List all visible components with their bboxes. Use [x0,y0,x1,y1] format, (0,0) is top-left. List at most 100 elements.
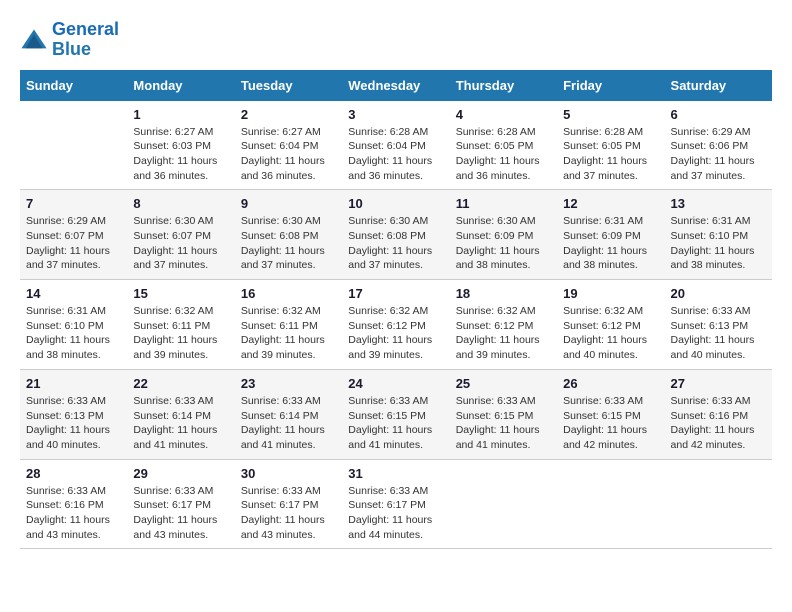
cell-info: Sunrise: 6:30 AM Sunset: 6:09 PM Dayligh… [456,214,551,273]
calendar-cell: 27 Sunrise: 6:33 AM Sunset: 6:16 PM Dayli… [665,369,772,459]
cell-info: Sunrise: 6:33 AM Sunset: 6:17 PM Dayligh… [241,484,336,543]
day-number: 5 [563,107,658,122]
logo-text: General Blue [52,20,119,60]
cell-info: Sunrise: 6:33 AM Sunset: 6:15 PM Dayligh… [563,394,658,453]
cell-info: Sunrise: 6:30 AM Sunset: 6:08 PM Dayligh… [348,214,443,273]
header-day: Wednesday [342,70,449,101]
calendar-cell: 1 Sunrise: 6:27 AM Sunset: 6:03 PM Daylig… [127,101,234,190]
day-number: 30 [241,466,336,481]
cell-info: Sunrise: 6:31 AM Sunset: 6:09 PM Dayligh… [563,214,658,273]
header-day: Thursday [450,70,557,101]
calendar-cell: 26 Sunrise: 6:33 AM Sunset: 6:15 PM Dayli… [557,369,664,459]
calendar-cell: 22 Sunrise: 6:33 AM Sunset: 6:14 PM Dayli… [127,369,234,459]
day-number: 11 [456,196,551,211]
logo-icon [20,26,48,54]
calendar-cell: 8 Sunrise: 6:30 AM Sunset: 6:07 PM Daylig… [127,190,234,280]
calendar-cell: 10 Sunrise: 6:30 AM Sunset: 6:08 PM Dayli… [342,190,449,280]
day-number: 26 [563,376,658,391]
calendar-cell: 13 Sunrise: 6:31 AM Sunset: 6:10 PM Dayli… [665,190,772,280]
day-number: 9 [241,196,336,211]
calendar-week-row: 1 Sunrise: 6:27 AM Sunset: 6:03 PM Daylig… [20,101,772,190]
calendar-cell: 5 Sunrise: 6:28 AM Sunset: 6:05 PM Daylig… [557,101,664,190]
cell-info: Sunrise: 6:28 AM Sunset: 6:05 PM Dayligh… [456,125,551,184]
day-number: 29 [133,466,228,481]
cell-info: Sunrise: 6:27 AM Sunset: 6:04 PM Dayligh… [241,125,336,184]
calendar-cell: 6 Sunrise: 6:29 AM Sunset: 6:06 PM Daylig… [665,101,772,190]
day-number: 24 [348,376,443,391]
day-number: 2 [241,107,336,122]
calendar-cell: 20Sunrise: 6:33 AM Sunset: 6:13 PM Dayli… [665,280,772,370]
day-number: 7 [26,196,121,211]
calendar-week-row: 14 Sunrise: 6:31 AM Sunset: 6:10 PM Dayli… [20,280,772,370]
cell-info: Sunrise: 6:32 AM Sunset: 6:11 PM Dayligh… [133,304,228,363]
calendar-week-row: 28 Sunrise: 6:33 AM Sunset: 6:16 PM Dayli… [20,459,772,549]
cell-info: Sunrise: 6:30 AM Sunset: 6:07 PM Dayligh… [133,214,228,273]
cell-info: Sunrise: 6:33 AM Sunset: 6:15 PM Dayligh… [456,394,551,453]
header-day: Tuesday [235,70,342,101]
day-number: 10 [348,196,443,211]
cell-info: Sunrise: 6:27 AM Sunset: 6:03 PM Dayligh… [133,125,228,184]
day-number: 21 [26,376,121,391]
day-number: 14 [26,286,121,301]
header-day: Saturday [665,70,772,101]
calendar-cell: 15 Sunrise: 6:32 AM Sunset: 6:11 PM Dayli… [127,280,234,370]
day-number: 3 [348,107,443,122]
day-number: 17 [348,286,443,301]
cell-info: Sunrise: 6:33 AM Sunset: 6:14 PM Dayligh… [133,394,228,453]
cell-info: Sunrise: 6:31 AM Sunset: 6:10 PM Dayligh… [26,304,121,363]
calendar-cell: 30 Sunrise: 6:33 AM Sunset: 6:17 PM Dayli… [235,459,342,549]
day-number: 25 [456,376,551,391]
day-number: 16 [241,286,336,301]
day-number: 28 [26,466,121,481]
calendar-cell: 17Sunrise: 6:32 AM Sunset: 6:12 PM Dayli… [342,280,449,370]
cell-info: Sunrise: 6:28 AM Sunset: 6:05 PM Dayligh… [563,125,658,184]
header-day: Monday [127,70,234,101]
calendar-cell [20,101,127,190]
calendar-cell: 14 Sunrise: 6:31 AM Sunset: 6:10 PM Dayli… [20,280,127,370]
calendar-cell: 7 Sunrise: 6:29 AM Sunset: 6:07 PM Daylig… [20,190,127,280]
day-number: 13 [671,196,766,211]
calendar-cell: 28 Sunrise: 6:33 AM Sunset: 6:16 PM Dayli… [20,459,127,549]
day-number: 18 [456,286,551,301]
day-number: 8 [133,196,228,211]
page-header: General Blue [20,20,772,60]
day-number: 19 [563,286,658,301]
cell-info: Sunrise: 6:33 AM Sunset: 6:16 PM Dayligh… [671,394,766,453]
calendar-cell: 4 Sunrise: 6:28 AM Sunset: 6:05 PM Daylig… [450,101,557,190]
calendar-cell: 24 Sunrise: 6:33 AM Sunset: 6:15 PM Dayli… [342,369,449,459]
day-number: 31 [348,466,443,481]
day-number: 23 [241,376,336,391]
cell-info: Sunrise: 6:33 AM Sunset: 6:17 PM Dayligh… [348,484,443,543]
cell-info: Sunrise: 6:31 AM Sunset: 6:10 PM Dayligh… [671,214,766,273]
day-number: 4 [456,107,551,122]
day-number: 20 [671,286,766,301]
calendar-cell [665,459,772,549]
day-number: 15 [133,286,228,301]
cell-info: Sunrise: 6:33 AM Sunset: 6:14 PM Dayligh… [241,394,336,453]
calendar-cell: 21 Sunrise: 6:33 AM Sunset: 6:13 PM Dayli… [20,369,127,459]
calendar-cell: 29 Sunrise: 6:33 AM Sunset: 6:17 PM Dayli… [127,459,234,549]
cell-info: Sunrise: 6:29 AM Sunset: 6:06 PM Dayligh… [671,125,766,184]
calendar-cell: 12 Sunrise: 6:31 AM Sunset: 6:09 PM Dayli… [557,190,664,280]
calendar-cell: 11 Sunrise: 6:30 AM Sunset: 6:09 PM Dayli… [450,190,557,280]
cell-info: Sunrise: 6:33 AM Sunset: 6:16 PM Dayligh… [26,484,121,543]
cell-info: Sunrise: 6:33 AM Sunset: 6:17 PM Dayligh… [133,484,228,543]
cell-info: Sunrise: 6:33 AM Sunset: 6:15 PM Dayligh… [348,394,443,453]
day-number: 27 [671,376,766,391]
calendar-cell: 16 Sunrise: 6:32 AM Sunset: 6:11 PM Dayli… [235,280,342,370]
day-number: 1 [133,107,228,122]
day-number: 6 [671,107,766,122]
calendar-cell: 9 Sunrise: 6:30 AM Sunset: 6:08 PM Daylig… [235,190,342,280]
cell-info: Sunrise: 6:32 AM Sunset: 6:11 PM Dayligh… [241,304,336,363]
day-number: 12 [563,196,658,211]
cell-info: Sunrise: 6:33 AM Sunset: 6:13 PM Dayligh… [26,394,121,453]
cell-info: Sunrise: 6:30 AM Sunset: 6:08 PM Dayligh… [241,214,336,273]
header-day: Sunday [20,70,127,101]
calendar-week-row: 7 Sunrise: 6:29 AM Sunset: 6:07 PM Daylig… [20,190,772,280]
cell-info: Sunrise: 6:29 AM Sunset: 6:07 PM Dayligh… [26,214,121,273]
cell-info: Sunrise: 6:28 AM Sunset: 6:04 PM Dayligh… [348,125,443,184]
cell-info: Sunrise: 6:32 AM Sunset: 6:12 PM Dayligh… [456,304,551,363]
day-number: 22 [133,376,228,391]
calendar-cell: 25 Sunrise: 6:33 AM Sunset: 6:15 PM Dayli… [450,369,557,459]
calendar-week-row: 21 Sunrise: 6:33 AM Sunset: 6:13 PM Dayli… [20,369,772,459]
